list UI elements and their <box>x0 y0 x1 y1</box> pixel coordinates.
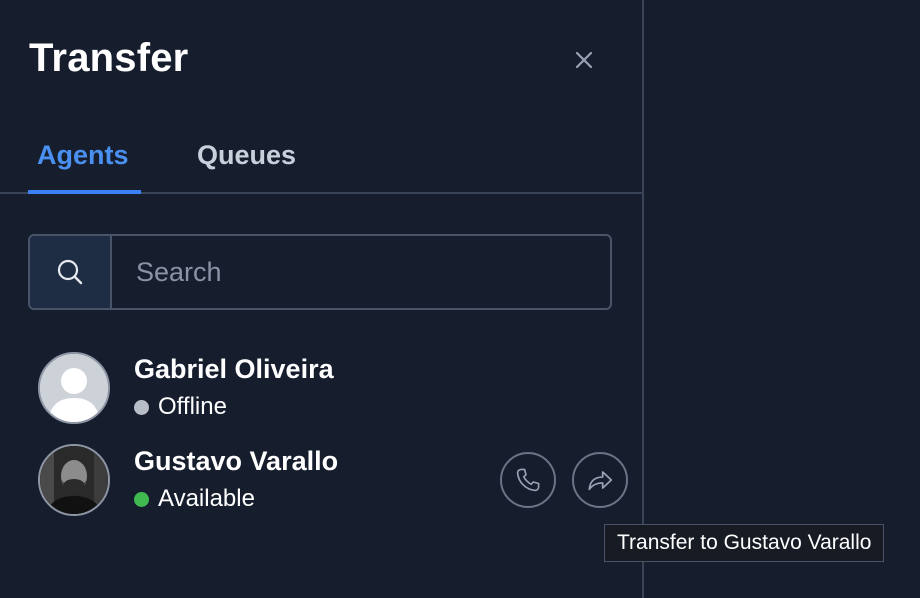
phone-icon <box>516 468 540 492</box>
avatar <box>38 444 110 516</box>
tab-agents[interactable]: Agents <box>37 140 129 171</box>
agent-status: Offline <box>134 393 227 421</box>
avatar <box>38 352 110 424</box>
tab-bar: Agents Queues <box>0 128 644 194</box>
search-button[interactable] <box>30 236 112 308</box>
status-dot <box>134 491 149 507</box>
transfer-tooltip: Transfer to Gustavo Varallo <box>604 524 885 562</box>
search-icon <box>57 259 83 285</box>
agent-row-gabriel[interactable]: Gabriel Oliveira Offline <box>38 352 638 424</box>
empty-content-area <box>646 0 920 598</box>
active-tab-indicator <box>28 190 141 194</box>
status-label: Offline <box>158 393 227 420</box>
transfer-panel: Transfer Agents Queues Gabriel Ol <box>0 0 644 598</box>
agent-status: Available <box>134 485 255 513</box>
search-input[interactable] <box>112 236 610 308</box>
close-button[interactable] <box>568 44 600 76</box>
search-box <box>28 234 612 310</box>
forward-arrow-icon <box>588 471 613 491</box>
panel-title: Transfer <box>29 36 189 80</box>
photo-avatar-icon <box>40 446 108 514</box>
close-icon <box>575 51 593 69</box>
agent-row-gustavo[interactable]: Gustavo Varallo Available <box>38 444 638 516</box>
tab-queues[interactable]: Queues <box>197 140 296 171</box>
agent-name: Gustavo Varallo <box>134 446 339 476</box>
default-avatar-icon <box>40 354 108 422</box>
call-button[interactable] <box>500 452 556 508</box>
status-label: Available <box>158 485 255 512</box>
transfer-button[interactable] <box>572 452 628 508</box>
status-dot <box>134 399 149 415</box>
agent-name: Gabriel Oliveira <box>134 354 334 384</box>
